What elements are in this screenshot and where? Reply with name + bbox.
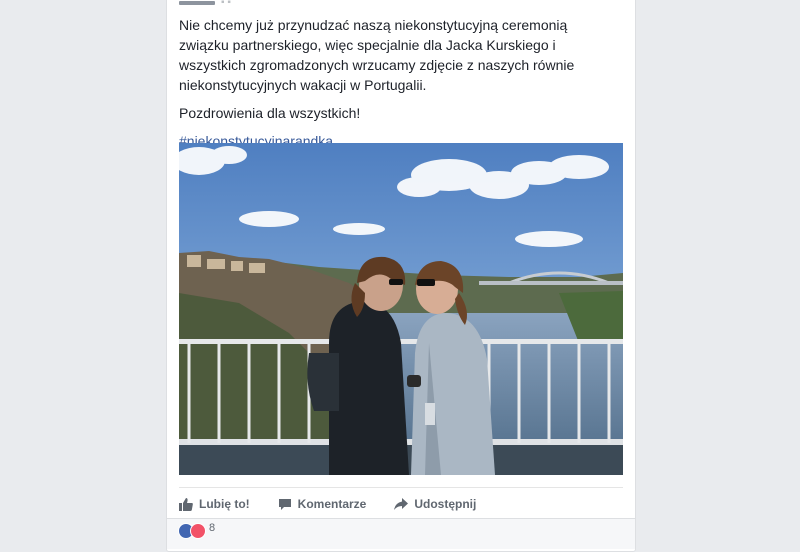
like-button[interactable]: Lubię to! bbox=[179, 497, 250, 511]
thumbs-up-icon bbox=[179, 498, 193, 511]
author-avatar[interactable] bbox=[179, 1, 215, 5]
post-paragraph: Pozdrowienia dla wszystkich! bbox=[179, 105, 361, 121]
comment-icon bbox=[278, 499, 291, 510]
post-action-bar: Lubię to! Komentarze Udostępnij bbox=[179, 487, 623, 520]
share-arrow-icon bbox=[394, 498, 409, 510]
love-reaction-icon bbox=[190, 523, 206, 539]
share-button[interactable]: Udostępnij bbox=[394, 497, 476, 511]
post-photo[interactable] bbox=[179, 143, 623, 475]
reaction-count[interactable]: 8 bbox=[209, 522, 215, 534]
post-header: ▪ ▪ bbox=[179, 0, 231, 8]
comment-button[interactable]: Komentarze bbox=[278, 497, 367, 511]
post-paragraph: Nie chcemy już przynudzać naszą niekonst… bbox=[179, 17, 575, 93]
like-label: Lubię to! bbox=[199, 497, 250, 511]
post-card: ▪ ▪ Nie chcemy już przynudzać naszą niek… bbox=[166, 0, 636, 552]
post-text: Nie chcemy już przynudzać naszą niekonst… bbox=[179, 15, 619, 151]
reactions-summary[interactable]: 8 bbox=[167, 518, 635, 549]
comment-label: Komentarze bbox=[297, 497, 367, 511]
post-meta-fragment: ▪ ▪ bbox=[221, 0, 231, 8]
share-label: Udostępnij bbox=[414, 497, 477, 511]
